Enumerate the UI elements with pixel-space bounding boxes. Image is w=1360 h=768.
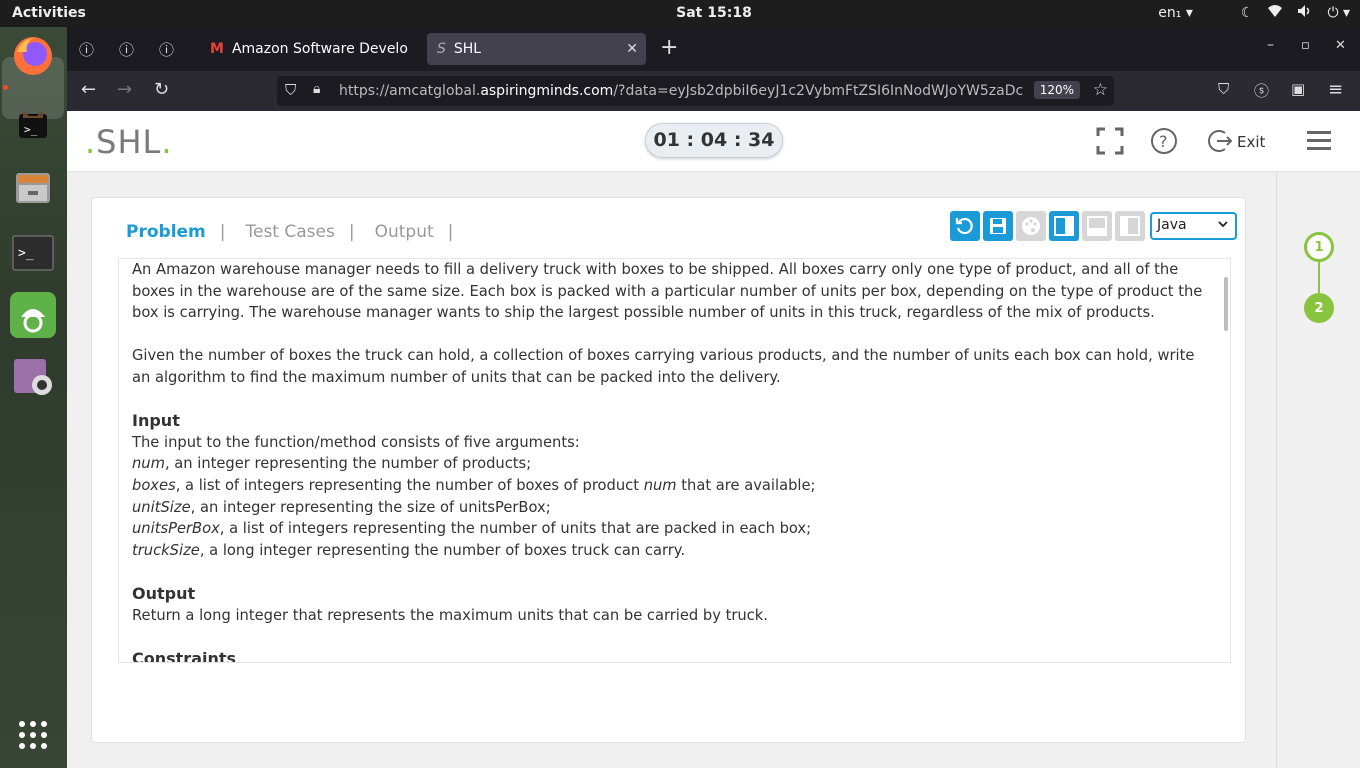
constraints-heading: Constraints	[132, 648, 237, 663]
url-text[interactable]: https://amcatglobal.aspiringminds.com/?d…	[339, 83, 1025, 99]
firefox-icon[interactable]	[10, 33, 56, 79]
save-code-button[interactable]	[983, 211, 1013, 241]
shl-header: .SHL. 01 : 04 : 34 ? Exit	[67, 111, 1360, 172]
info-icon[interactable]: ⓘ	[159, 39, 174, 60]
input-intro: The input to the function/method consist…	[132, 433, 580, 451]
svg-text:?: ?	[1159, 132, 1168, 151]
show-applications-icon[interactable]	[10, 712, 56, 758]
terminal-icon[interactable]: >_	[10, 230, 56, 276]
layout-left-panel-button[interactable]	[1115, 211, 1145, 241]
question-step-2[interactable]: 2	[1304, 293, 1334, 323]
wifi-icon	[1267, 4, 1283, 22]
gmail-icon: M	[210, 41, 224, 57]
layout-bottom-panel-button[interactable]	[1082, 211, 1112, 241]
problem-paragraph: An Amazon warehouse manager needs to fil…	[132, 261, 1203, 322]
tab-title: Amazon Software Develo	[231, 41, 408, 57]
dock-running-indicator	[3, 85, 8, 90]
problem-content: An Amazon warehouse manager needs to fil…	[132, 259, 1212, 663]
bookmark-star-icon[interactable]: ☆	[1093, 80, 1108, 100]
output-text: Return a long integer that represents th…	[132, 606, 768, 624]
pocket-icon[interactable]: ⛉	[1218, 80, 1229, 98]
zoom-level[interactable]: 120%	[1033, 81, 1080, 99]
reset-icon	[955, 217, 973, 235]
nav-bar: ← → ↻ ⛉ 🔒︎ https://amcatglobal.aspiringm…	[67, 71, 1360, 111]
terminal-cat-icon[interactable]: >_	[10, 101, 56, 147]
layout-bottom-icon	[1087, 216, 1107, 236]
shl-icon: S	[437, 41, 446, 57]
tab-title: SHL	[453, 41, 482, 57]
question-card: Problem | Test Cases | Output | Java An …	[91, 197, 1246, 743]
svg-text:>_: >_	[24, 123, 38, 136]
tab-test-cases[interactable]: Test Cases	[246, 222, 335, 242]
new-tab-icon[interactable]: +	[660, 35, 678, 60]
palette-icon	[1022, 217, 1040, 235]
browser-window: ⓘ ⓘ ⓘ M Amazon Software Develo S SHL ✕ +…	[67, 27, 1360, 768]
problem-statement[interactable]: An Amazon warehouse manager needs to fil…	[118, 258, 1231, 663]
power-icon: ⏻ ▾	[1327, 5, 1350, 21]
maximize-icon[interactable]: ▫	[1301, 38, 1310, 53]
tab-problem[interactable]: Problem	[126, 222, 206, 242]
language-select[interactable]: Java	[1150, 212, 1237, 240]
language-indicator[interactable]: en₁ ▾	[1158, 5, 1193, 21]
page-content: .SHL. 01 : 04 : 34 ? Exit Problem | Test …	[67, 111, 1360, 768]
night-light-icon: ☾	[1240, 5, 1254, 21]
info-icon[interactable]: ⓘ	[79, 39, 94, 60]
tab-output[interactable]: Output	[375, 222, 434, 242]
account-icon[interactable]: ⓢ	[1254, 80, 1269, 101]
reset-code-button[interactable]	[950, 211, 980, 241]
countdown-timer: 01 : 04 : 34	[645, 123, 783, 158]
shield-icon[interactable]: ⛉	[285, 81, 296, 99]
fullscreen-icon[interactable]	[1096, 127, 1124, 159]
minimize-icon[interactable]: –	[1267, 37, 1274, 53]
arg-line: num, an integer representing the number …	[132, 455, 532, 473]
question-tabs: Problem | Test Cases | Output |	[126, 222, 454, 242]
exit-icon[interactable]	[1207, 128, 1233, 158]
extension-icon[interactable]: ▣	[1291, 80, 1305, 98]
close-tab-icon[interactable]: ✕	[626, 41, 638, 57]
step-connector	[1318, 262, 1320, 293]
lock-icon[interactable]: 🔒︎	[313, 81, 320, 97]
tab-shl[interactable]: S SHL ✕	[427, 33, 646, 65]
tab-bar: ⓘ ⓘ ⓘ M Amazon Software Develo S SHL ✕ +…	[67, 27, 1360, 71]
input-heading: Input	[132, 411, 180, 431]
question-navigator: 1 2	[1276, 172, 1360, 768]
forward-icon[interactable]: →	[117, 79, 132, 100]
shl-logo: .SHL.	[85, 123, 173, 161]
url-bar[interactable]: ⛉ 🔒︎ https://amcatglobal.aspiringminds.c…	[277, 76, 1114, 106]
volume-icon	[1297, 4, 1313, 22]
help-icon[interactable]: ?	[1150, 127, 1178, 159]
system-tray[interactable]: en₁ ▾ ☾ ⏻ ▾	[1158, 4, 1350, 22]
arg-line: boxes, a list of integers representing t…	[132, 476, 816, 494]
layout-left-icon	[1120, 216, 1140, 236]
file-cabinet-icon[interactable]	[10, 164, 56, 210]
back-icon[interactable]: ←	[81, 79, 96, 100]
question-step-1[interactable]: 1	[1304, 232, 1334, 262]
menu-icon[interactable]: ≡	[1328, 79, 1343, 100]
close-window-icon[interactable]: ✕	[1335, 38, 1346, 53]
output-heading: Output	[132, 583, 196, 603]
reload-icon[interactable]: ↻	[154, 79, 169, 100]
layout-right-panel-button[interactable]	[1049, 211, 1079, 241]
android-studio-icon[interactable]	[10, 292, 56, 338]
editor-toolbar: Java	[950, 211, 1237, 241]
hamburger-menu-icon[interactable]	[1307, 129, 1331, 157]
arg-line: truckSize, a long integer representing t…	[132, 541, 686, 559]
save-icon	[990, 218, 1006, 234]
theme-button[interactable]	[1016, 211, 1046, 241]
chevron-down-icon	[1217, 218, 1229, 234]
svg-text:>_: >_	[18, 246, 34, 261]
language-select-value: Java	[1157, 217, 1187, 233]
layout-right-icon	[1054, 216, 1074, 236]
arg-line: unitsPerBox, a list of integers represen…	[132, 520, 812, 538]
dock: >_ >_	[0, 27, 67, 768]
arg-line: unitSize, an integer representing the si…	[132, 498, 551, 516]
system-top-bar: Activities Sat 15:18 en₁ ▾ ☾ ⏻ ▾	[0, 0, 1360, 27]
problem-scrollbar[interactable]	[1224, 277, 1228, 331]
system-clock[interactable]: Sat 15:18	[0, 5, 1360, 21]
exit-button[interactable]: Exit	[1237, 133, 1265, 151]
webcam-app-icon[interactable]	[10, 355, 56, 401]
tab-amazon[interactable]: M Amazon Software Develo	[200, 33, 423, 65]
info-icon[interactable]: ⓘ	[119, 39, 134, 60]
problem-paragraph: Given the number of boxes the truck can …	[132, 347, 1195, 386]
